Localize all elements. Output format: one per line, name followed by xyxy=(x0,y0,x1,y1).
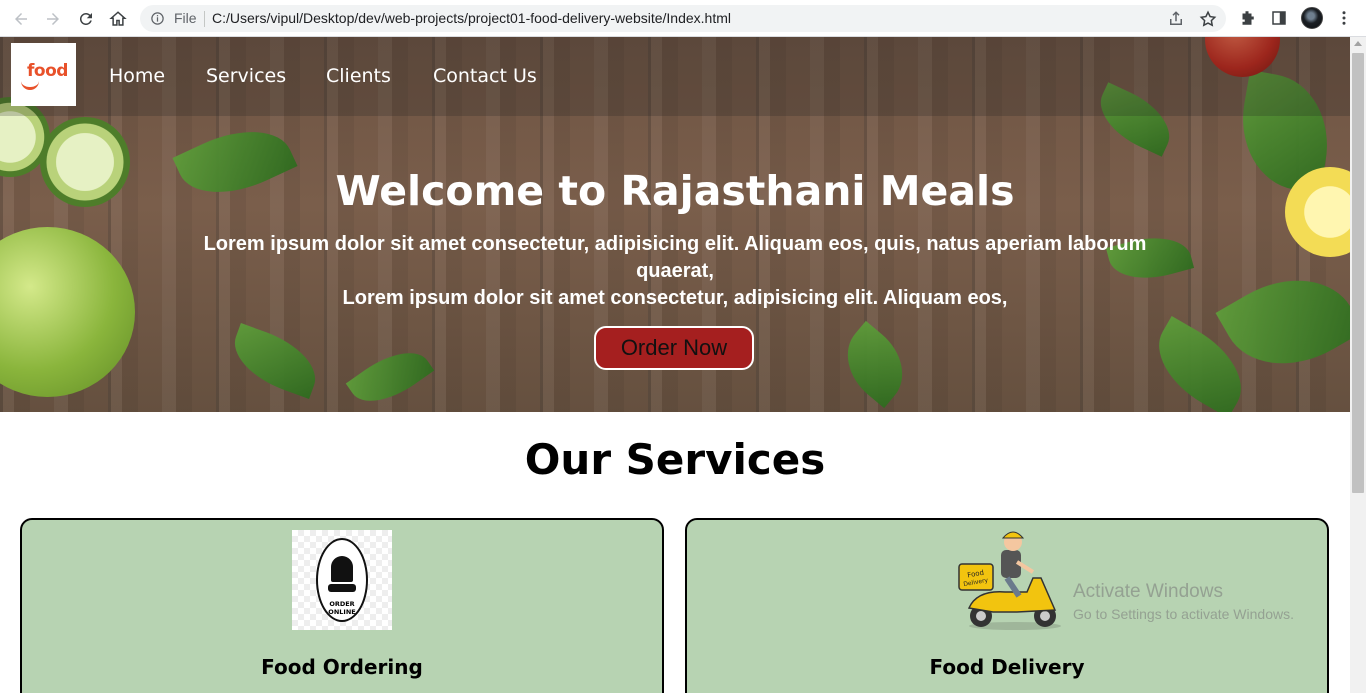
order-now-button[interactable]: Order Now xyxy=(594,326,754,370)
page-scrollbar[interactable] xyxy=(1350,37,1366,693)
order-online-emblem: ORDER ONLINE xyxy=(316,538,368,622)
service-card-food-ordering[interactable]: ORDER ONLINE Food Ordering xyxy=(20,518,664,693)
hero-section: food Home Services Clients Contact Us We… xyxy=(0,37,1350,412)
nav-contact-us[interactable]: Contact Us xyxy=(433,65,537,87)
nav-services[interactable]: Services xyxy=(206,65,286,87)
hero-title: Welcome to Rajasthani Meals xyxy=(335,167,1015,215)
home-button[interactable] xyxy=(105,6,131,32)
watermark-subtitle: Go to Settings to activate Windows. xyxy=(1073,606,1294,622)
arrow-left-icon xyxy=(15,13,27,25)
star-icon[interactable] xyxy=(1199,10,1217,28)
info-icon[interactable] xyxy=(150,11,165,26)
apple-decoration xyxy=(0,227,135,397)
more-menu-icon[interactable] xyxy=(1335,9,1353,27)
activate-windows-watermark: Activate Windows Go to Settings to activ… xyxy=(1073,580,1294,624)
reload-icon xyxy=(79,12,92,25)
file-label: File xyxy=(174,10,197,26)
home-icon xyxy=(109,11,127,26)
extensions-icon[interactable] xyxy=(1238,9,1256,27)
navbar: food Home Services Clients Contact Us xyxy=(0,37,1350,116)
leaf-decoration xyxy=(830,320,920,409)
delivery-scooter-image: Food Delivery xyxy=(958,531,1061,630)
back-button[interactable] xyxy=(8,6,34,32)
divider xyxy=(204,11,205,27)
order-online-image: ORDER ONLINE xyxy=(292,530,392,630)
forward-button[interactable] xyxy=(40,6,66,32)
leaf-decoration xyxy=(224,323,326,399)
browser-toolbar: File C:/Users/vipul/Desktop/dev/web-proj… xyxy=(0,0,1366,37)
hero-description: Lorem ipsum dolor sit amet consectetur, … xyxy=(195,231,1155,312)
page-viewport: food Home Services Clients Contact Us We… xyxy=(0,37,1350,693)
card-title: Food Ordering xyxy=(261,655,423,679)
side-panel-icon[interactable] xyxy=(1270,9,1288,27)
address-bar[interactable]: File C:/Users/vipul/Desktop/dev/web-proj… xyxy=(140,5,1226,32)
hero-text-line1: Lorem ipsum dolor sit amet consectetur, … xyxy=(203,233,1147,282)
bell-icon xyxy=(331,556,353,582)
logo-swoosh-icon xyxy=(21,78,39,90)
url-text[interactable]: C:/Users/vipul/Desktop/dev/web-projects/… xyxy=(212,10,731,26)
scroll-up-arrow-icon[interactable] xyxy=(1354,41,1362,46)
site-logo[interactable]: food xyxy=(11,43,76,106)
profile-avatar[interactable] xyxy=(1301,7,1323,29)
leaf-decoration xyxy=(345,337,435,412)
share-icon[interactable] xyxy=(1167,10,1185,28)
card-title: Food Delivery xyxy=(929,655,1085,679)
nav-clients[interactable]: Clients xyxy=(326,65,391,87)
scroll-thumb[interactable] xyxy=(1352,53,1364,493)
hero-text-line2: Lorem ipsum dolor sit amet consectetur, … xyxy=(342,287,1008,309)
services-title: Our Services xyxy=(524,435,826,484)
arrow-right-icon xyxy=(47,13,59,25)
nav-home[interactable]: Home xyxy=(109,65,165,87)
reload-button[interactable] xyxy=(73,6,99,32)
hand-icon xyxy=(328,584,356,592)
watermark-title: Activate Windows xyxy=(1073,581,1223,602)
order-online-label: ORDER ONLINE xyxy=(328,600,356,616)
